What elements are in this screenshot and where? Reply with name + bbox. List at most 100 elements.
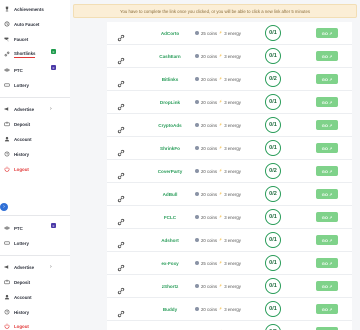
main-content: You have to complete the link once you c… — [70, 0, 360, 330]
link-icon — [117, 236, 125, 249]
go-button[interactable]: GO↗ — [316, 281, 338, 291]
reward-coins: 20 coins — [201, 214, 218, 220]
sidebar-item-logout[interactable]: Logout — [0, 163, 70, 175]
link-icon — [117, 52, 125, 65]
go-button[interactable]: GO↗ — [316, 189, 338, 199]
energy-icon: ⚡ — [219, 145, 223, 150]
reward-info: 20 coins⚡3 energy — [195, 191, 255, 197]
link-icon — [4, 51, 10, 57]
energy-icon: ⚡ — [219, 53, 223, 58]
visit-counter: 0/2 — [265, 71, 281, 87]
reward-info: 20 coins⚡3 energy — [195, 122, 255, 128]
sidebar-item-label: Shortlinks — [14, 50, 36, 58]
link-icon — [117, 75, 125, 88]
go-button[interactable]: GO↗ — [316, 28, 338, 38]
reward-info: 20 coins⚡3 energy — [195, 53, 255, 59]
go-button[interactable]: GO↗ — [316, 304, 338, 314]
coin-icon — [195, 123, 199, 127]
sidebar-collapse-button[interactable]: › — [0, 203, 8, 211]
coin-icon — [195, 307, 199, 311]
reward-coins: 25 coins — [201, 30, 218, 36]
sidebar-item-ptc[interactable]: PTC — [0, 222, 70, 234]
external-link-icon: ↗ — [328, 306, 333, 312]
reward-energy: 3 energy — [224, 168, 241, 174]
logout-icon — [4, 166, 10, 172]
reward-energy: 3 energy — [224, 122, 241, 128]
energy-icon: ⚡ — [219, 306, 223, 311]
shortlink-name: Buddy — [162, 306, 178, 312]
link-icon — [117, 167, 125, 180]
visit-counter: 0/1 — [265, 232, 281, 248]
go-button[interactable]: GO↗ — [316, 258, 338, 268]
sidebar-item-deposit[interactable]: Deposit — [0, 276, 70, 288]
sidebar-item-ptc[interactable]: PTC — [0, 64, 70, 76]
sidebar-item-advertise[interactable]: Advertise — [0, 261, 70, 273]
reward-coins: 20 coins — [201, 168, 218, 174]
notice-banner: You have to complete the link once you c… — [73, 4, 357, 18]
go-button[interactable]: GO↗ — [316, 74, 338, 84]
go-button[interactable]: GO↗ — [316, 235, 338, 245]
reward-coins: 20 coins — [201, 191, 218, 197]
sidebar-item-label: Achievements — [14, 6, 44, 12]
go-button[interactable]: GO↗ — [316, 51, 338, 61]
go-button[interactable]: GO↗ — [316, 120, 338, 130]
reward-info: 25 coins ⚡ 3 energy — [195, 30, 255, 36]
go-button-label: GO — [321, 191, 328, 197]
visit-counter: 0/2 — [265, 163, 281, 179]
sidebar-divider — [0, 215, 70, 216]
sidebar-item-lottery[interactable]: Lottery — [0, 79, 70, 91]
sidebar-item-lottery[interactable]: Lottery — [0, 237, 70, 249]
sidebar-item-advertise[interactable]: Advertise — [0, 103, 70, 115]
visit-counter: 0/1 — [265, 278, 281, 294]
shortlink-name: CoverParty — [157, 168, 183, 174]
sidebar-item-label: Advertise — [14, 106, 35, 112]
go-button[interactable]: GO↗ — [316, 212, 338, 222]
sidebar-item-shortlinks[interactable]: Shortlinks — [0, 48, 70, 60]
go-button-label: GO — [321, 30, 328, 36]
reward-energy: 3 energy — [224, 283, 241, 289]
sidebar-item-account[interactable]: Account — [0, 133, 70, 145]
shortlink-name: CryptoAds — [158, 122, 182, 128]
external-link-icon: ↗ — [328, 122, 333, 128]
user-icon — [4, 294, 10, 300]
sidebar-item-label: Deposit — [14, 121, 31, 127]
megaphone-icon — [4, 264, 10, 270]
sidebar-item-label: Logout — [14, 166, 29, 172]
reward-coins: 20 coins — [201, 306, 218, 312]
shortlink-name: FCLC — [163, 214, 177, 220]
eye-icon — [4, 67, 10, 73]
deposit-icon — [4, 279, 10, 285]
shortlink-name: DropLink — [159, 99, 181, 105]
megaphone-icon — [4, 106, 10, 112]
external-link-icon: ↗ — [328, 191, 333, 197]
table-row: CoverParty 20 coins ⚡ 3 energy 0/2 GO ↗ — [107, 160, 352, 183]
sidebar-item-achievements[interactable]: Achievements — [0, 3, 70, 15]
sidebar-item-deposit[interactable]: Deposit — [0, 118, 70, 130]
ptc-count-badge: 0 — [51, 223, 56, 228]
coin-icon — [195, 146, 199, 150]
coin-icon — [195, 261, 199, 265]
deposit-icon — [4, 121, 10, 127]
table-row: Pingit20 coins⚡3 energy0/2GO↗ — [107, 321, 352, 330]
shortlink-name: zShortz — [161, 283, 179, 289]
visit-counter: 0/2 — [265, 186, 281, 202]
sidebar-item-history[interactable]: History — [0, 306, 70, 318]
reward-energy: 3 energy — [224, 76, 241, 82]
auto-icon — [4, 21, 10, 27]
sidebar-item-label: History — [14, 151, 30, 157]
sidebar-item-account[interactable]: Account — [0, 291, 70, 303]
ptc-count-badge: 0 — [51, 65, 56, 70]
history-icon — [4, 151, 10, 157]
coin-icon — [195, 54, 199, 58]
go-button[interactable]: GO↗ — [316, 143, 338, 153]
go-button[interactable]: GO↗ — [316, 166, 338, 176]
sidebar-item-history[interactable]: History — [0, 148, 70, 160]
visit-counter: 0/1 — [265, 209, 281, 225]
visit-counter: 0/1 — [265, 301, 281, 317]
sidebar-item-faucet[interactable]: Faucet — [0, 33, 70, 45]
link-icon — [117, 29, 125, 42]
go-button-label: GO — [321, 168, 328, 174]
go-button[interactable]: GO↗ — [316, 97, 338, 107]
sidebar-item-auto-faucet[interactable]: Auto Faucet — [0, 18, 70, 30]
sidebar-item-logout[interactable]: Logout — [0, 320, 70, 330]
